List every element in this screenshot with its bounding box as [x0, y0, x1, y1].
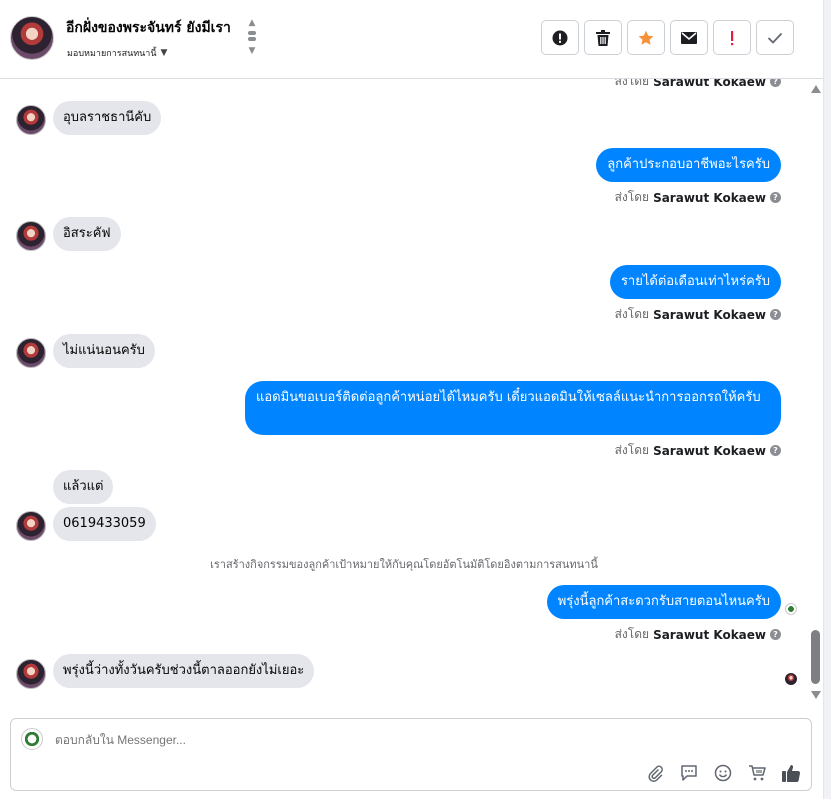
assign-conversation-dropdown[interactable]: มอบหมายการสนทนานี้ ▼	[67, 46, 167, 60]
reply-composer	[10, 718, 812, 791]
contact-avatar-small	[16, 338, 46, 368]
mark-spam-button[interactable]	[713, 20, 751, 55]
sent-by-label: ส่งโดย Sarawut Kokaew ?	[615, 79, 781, 91]
caret-down-icon: ▼	[160, 48, 168, 58]
conversation-toolbar	[541, 20, 794, 55]
outgoing-message[interactable]: ลูกค้าประกอบอาชีพอะไรครับ	[596, 148, 781, 182]
help-icon[interactable]: ?	[770, 192, 781, 203]
help-icon[interactable]: ?	[770, 309, 781, 320]
conversation-header: อีกฝั่งของพระจันทร์ ยังมีเรา มอบหมายการส…	[0, 0, 831, 79]
incoming-message[interactable]: 0619433059	[53, 507, 156, 541]
arrow-up-icon: ▲	[248, 18, 256, 28]
scroll-down-arrow-icon[interactable]	[811, 691, 821, 699]
emoji-button[interactable]	[713, 763, 733, 783]
arrow-down-icon: ▼	[248, 46, 256, 56]
mark-unread-button[interactable]	[670, 20, 708, 55]
send-like-button[interactable]	[781, 763, 801, 783]
paperclip-icon	[648, 765, 663, 782]
help-icon[interactable]: ?	[770, 629, 781, 640]
messenger-inbox: อีกฝั่งของพระจันทร์ ยังมีเรา มอบหมายการส…	[0, 0, 831, 799]
contact-name[interactable]: อีกฝั่งของพระจันทร์ ยังมีเรา	[66, 17, 231, 39]
sent-by-label: ส่งโดย Sarawut Kokaew ?	[615, 441, 781, 460]
incoming-message[interactable]: พรุ่งนี้ว่างทั้งวันครับช่วงนี้ตาลออกยังไ…	[53, 654, 315, 688]
delete-button[interactable]	[584, 20, 622, 55]
drag-handle-icon	[246, 30, 258, 46]
title-scroll-arrows[interactable]: ▲ ▼	[246, 18, 258, 60]
incoming-message[interactable]: อิสระคัฟ	[53, 217, 121, 251]
thread-scrollbar[interactable]	[808, 79, 823, 710]
scroll-up-arrow-icon[interactable]	[811, 85, 821, 93]
contact-avatar-small	[16, 659, 46, 689]
check-icon	[767, 32, 783, 44]
spam-icon	[731, 30, 734, 45]
star-icon	[638, 30, 654, 45]
assign-conversation-label: มอบหมายการสนทนานี้	[67, 49, 157, 59]
sent-by-label: ส่งโดย Sarawut Kokaew ?	[615, 188, 781, 207]
trash-icon	[596, 29, 610, 46]
message-thread[interactable]: ส่งโดย Sarawut Kokaew ? อุบลราชธานีคับ ล…	[0, 79, 808, 710]
reply-input[interactable]	[55, 733, 655, 747]
contact-avatar[interactable]	[10, 16, 54, 60]
composer-actions	[645, 763, 801, 783]
mark-done-button[interactable]	[756, 20, 794, 55]
seen-avatar	[785, 603, 797, 615]
seen-avatar	[785, 673, 797, 685]
contact-avatar-small	[16, 105, 46, 135]
outgoing-message[interactable]: รายได้ต่อเดือนเท่าไหร่ครับ	[609, 265, 781, 299]
incoming-message[interactable]: แล้วแต่	[53, 470, 114, 504]
sent-by-label: ส่งโดย Sarawut Kokaew ?	[615, 625, 781, 644]
thumbs-up-icon	[782, 765, 801, 782]
attach-button[interactable]	[645, 763, 665, 783]
star-button[interactable]	[627, 20, 665, 55]
scrollbar-thumb[interactable]	[811, 630, 820, 684]
smiley-icon	[714, 764, 732, 782]
cart-icon	[749, 765, 766, 781]
envelope-icon	[681, 31, 697, 44]
saved-replies-button[interactable]	[679, 763, 699, 783]
right-panel-edge	[823, 0, 831, 799]
incoming-message[interactable]: อุบลราชธานีคับ	[53, 101, 162, 135]
chat-bubble-icon	[681, 765, 697, 781]
sent-by-label: ส่งโดย Sarawut Kokaew ?	[615, 305, 781, 324]
help-icon[interactable]: ?	[770, 79, 781, 87]
outgoing-message[interactable]: แอดมินขอเบอร์ติดต่อลูกค้าหน่อยได้ไหมครับ…	[245, 381, 781, 435]
outgoing-message[interactable]: พรุ่งนี้ลูกค้าสะดวกรับสายตอนไหนครับ	[546, 585, 781, 619]
help-icon[interactable]: ?	[770, 445, 781, 456]
exclamation-circle-icon	[552, 30, 568, 45]
system-notice: เราสร้างกิจกรรมของลูกค้าเป้าหมายให้กับคุ…	[210, 558, 598, 571]
contact-avatar-small	[16, 221, 46, 251]
mark-done-info-button[interactable]	[541, 20, 579, 55]
incoming-message[interactable]: ไม่แน่นอนครับ	[53, 334, 155, 368]
page-avatar	[21, 728, 43, 750]
shop-button[interactable]	[747, 763, 767, 783]
contact-avatar-small	[16, 511, 46, 541]
